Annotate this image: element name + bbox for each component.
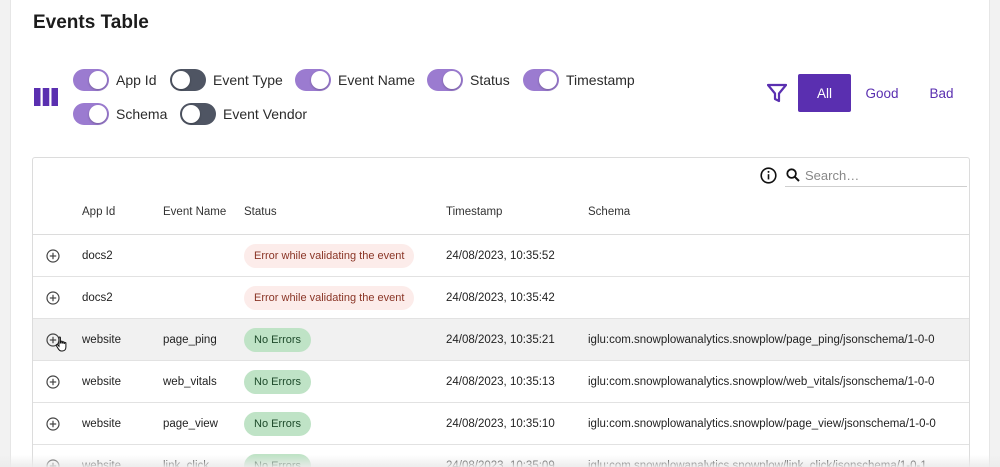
- cell-status: No Errors: [244, 361, 312, 402]
- column-header-status[interactable]: Status: [244, 206, 277, 218]
- status-badge: No Errors: [244, 369, 312, 394]
- toggle-switch[interactable]: [170, 69, 206, 91]
- table-row[interactable]: website web_vitals No Errors 24/08/2023, 10…: [33, 361, 969, 403]
- cell-app-id: docs2: [82, 249, 113, 262]
- filter-good-button[interactable]: Good: [858, 74, 906, 112]
- status-badge: Error while validating the event: [244, 285, 415, 310]
- toggle-event-vendor[interactable]: Event Vendor: [180, 103, 307, 125]
- toggle-label: Event Type: [213, 72, 283, 88]
- cell-event-name: web_vitals: [163, 375, 217, 388]
- status-badge: No Errors: [244, 411, 312, 436]
- cell-timestamp: 24/08/2023, 10:35:10: [446, 417, 555, 430]
- cell-schema: iglu:com.snowplowanalytics.snowplow/page…: [588, 417, 936, 430]
- bottom-fade: [0, 455, 1000, 467]
- toggle-switch[interactable]: [180, 103, 216, 125]
- status-badge: Error while validating the event: [244, 243, 415, 268]
- cell-status: Error while validating the event: [244, 235, 415, 276]
- expand-row-icon[interactable]: [46, 291, 60, 305]
- columns-icon[interactable]: [34, 88, 58, 106]
- column-header-app-id[interactable]: App Id: [82, 206, 115, 218]
- toggle-app-id[interactable]: App Id: [73, 69, 156, 91]
- status-badge: No Errors: [244, 327, 312, 352]
- cell-timestamp: 24/08/2023, 10:35:13: [446, 375, 555, 388]
- info-icon[interactable]: [760, 167, 777, 184]
- pointer-cursor-icon: [55, 336, 67, 352]
- toggle-switch[interactable]: [73, 103, 109, 125]
- cell-timestamp: 24/08/2023, 10:35:52: [446, 249, 555, 262]
- cell-timestamp: 24/08/2023, 10:35:21: [446, 333, 555, 346]
- cell-status: No Errors: [244, 403, 312, 444]
- toggle-switch[interactable]: [73, 69, 109, 91]
- toggle-status[interactable]: Status: [427, 69, 510, 91]
- toggle-label: Event Name: [338, 72, 416, 88]
- page-title: Events Table: [33, 12, 149, 33]
- column-header-event-name[interactable]: Event Name: [163, 206, 226, 218]
- toggle-event-name[interactable]: Event Name: [295, 69, 415, 91]
- events-panel: Events Table App Id Event Type Event Nam…: [10, 0, 990, 467]
- table-row[interactable]: docs2 Error while validating the event 24/…: [33, 235, 969, 277]
- column-header-schema[interactable]: Schema: [588, 206, 630, 218]
- cell-status: No Errors: [244, 319, 312, 360]
- cell-event-name: page_view: [163, 417, 218, 430]
- cell-status: Error while validating the event: [244, 277, 415, 318]
- cell-app-id: website: [82, 333, 121, 346]
- search-box[interactable]: [785, 164, 967, 187]
- table-row[interactable]: docs2 Error while validating the event 24/…: [33, 277, 969, 319]
- toggle-switch[interactable]: [295, 69, 331, 91]
- toggle-event-type[interactable]: Event Type: [170, 69, 283, 91]
- toggle-label: Status: [470, 72, 510, 88]
- toggle-label: Schema: [116, 106, 168, 122]
- filter-icon[interactable]: [767, 83, 787, 103]
- search-icon: [786, 168, 800, 182]
- expand-row-icon[interactable]: [46, 249, 60, 263]
- toggle-label: Timestamp: [566, 72, 635, 88]
- toggle-timestamp[interactable]: Timestamp: [523, 69, 635, 91]
- search-input[interactable]: [805, 167, 965, 183]
- table-row[interactable]: website page_view No Errors 24/08/2023, 10:…: [33, 403, 969, 445]
- column-header-timestamp[interactable]: Timestamp: [446, 206, 502, 218]
- toggle-switch[interactable]: [523, 69, 559, 91]
- toggle-schema[interactable]: Schema: [73, 103, 167, 125]
- expand-row-icon[interactable]: [46, 375, 60, 389]
- cell-app-id: website: [82, 375, 121, 388]
- table-row[interactable]: website page_ping No Errors 24/08/2023, 10:…: [33, 319, 969, 361]
- toggle-label: Event Vendor: [223, 106, 308, 122]
- filter-all-button[interactable]: All: [798, 74, 851, 112]
- cell-event-name: page_ping: [163, 333, 217, 346]
- filter-bad-button[interactable]: Bad: [919, 74, 964, 112]
- cell-schema: iglu:com.snowplowanalytics.snowplow/page…: [588, 333, 935, 346]
- events-table: App Id Event Name Status Timestamp Schem…: [32, 157, 970, 467]
- toggle-switch[interactable]: [427, 69, 463, 91]
- cell-app-id: website: [82, 417, 121, 430]
- cell-timestamp: 24/08/2023, 10:35:42: [446, 291, 555, 304]
- toggle-label: App Id: [116, 72, 157, 88]
- cell-app-id: docs2: [82, 291, 113, 304]
- cell-schema: iglu:com.snowplowanalytics.snowplow/web_…: [588, 375, 935, 388]
- expand-row-icon[interactable]: [46, 417, 60, 431]
